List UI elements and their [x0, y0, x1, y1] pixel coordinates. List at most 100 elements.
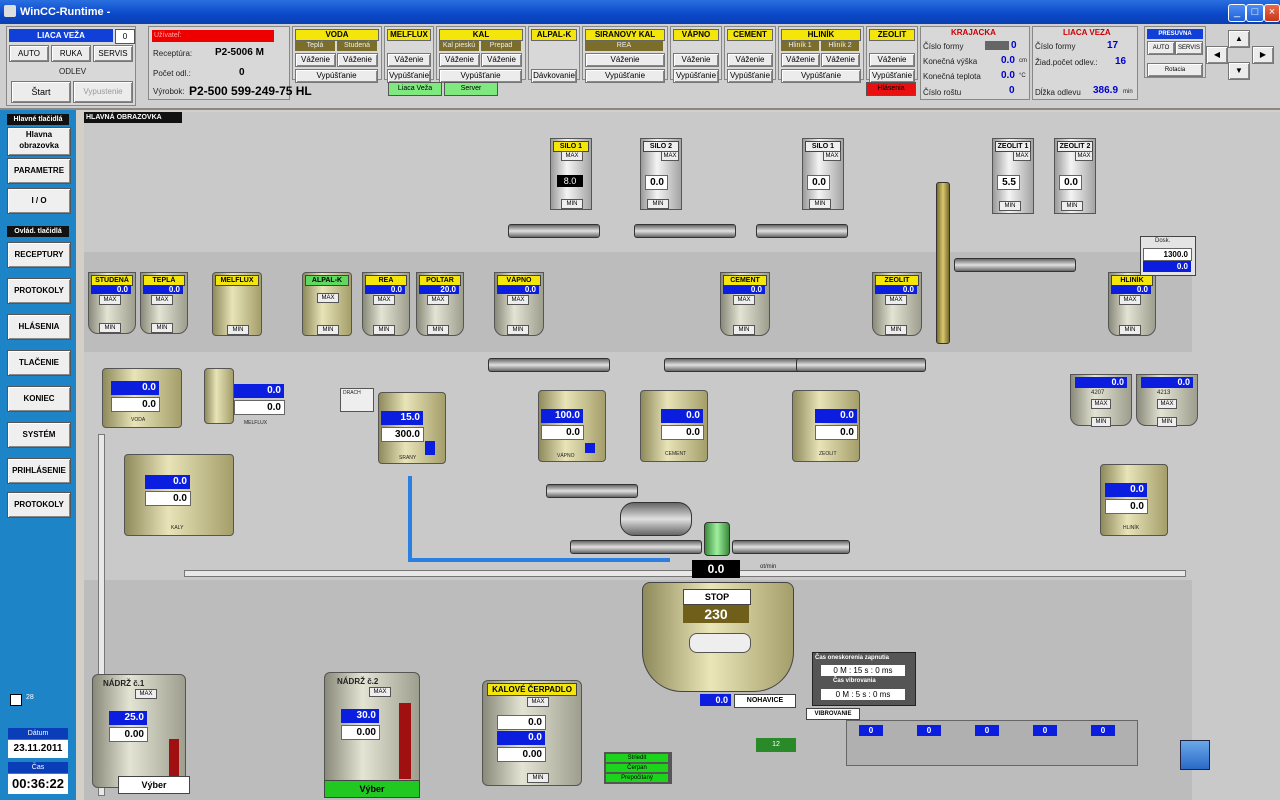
recipe-value: P2-5006 M	[215, 47, 264, 58]
zeolit-weigh-button[interactable]: Váženie	[869, 53, 915, 67]
kal-discharge-button[interactable]: Vypúšťanie	[439, 69, 522, 83]
silo-2: SILO 2 MAX 0.0 MIN	[640, 138, 682, 210]
hlinik-weigh-1-button[interactable]: Váženie	[781, 53, 820, 67]
nav-hlasenia[interactable]: HLÁSENIA	[7, 314, 71, 340]
screw-conveyor-zeolit-lower[interactable]	[796, 358, 926, 372]
krajacka-vyska-unit: cm	[1019, 58, 1027, 64]
liaca-title: LIACA VEZA	[1063, 28, 1111, 37]
presuvna-servis-button[interactable]: SERVIS	[1175, 41, 1203, 55]
presuvna-auto-button[interactable]: AUTO	[1147, 41, 1175, 55]
silo-1-left-value: 8.0	[557, 175, 583, 187]
start-button[interactable]: Štart	[11, 81, 71, 103]
nav-io[interactable]: I / O	[7, 188, 71, 214]
manual-button[interactable]: RUKA	[51, 45, 91, 62]
tank-rea-max: MAX	[373, 295, 395, 305]
nadrz-2-select-button[interactable]: Výber	[324, 780, 420, 798]
zeolit-group: ZEOLIT Váženie Vypúšťanie	[866, 26, 918, 83]
minimize-icon[interactable]: _	[1228, 4, 1246, 22]
mixer-motor[interactable]	[620, 502, 692, 536]
vapno-discharge-button[interactable]: Vypúšťanie	[673, 69, 719, 83]
mixer-bottom-value: 0.0	[700, 694, 731, 706]
kal-group: KAL Kal pieskú Prepad Váženie Váženie Vy…	[436, 26, 526, 83]
maximize-icon[interactable]: □	[1246, 4, 1264, 22]
nav-tlacenie[interactable]: TLAČENIE	[7, 350, 71, 376]
weigher-melflux-name: MELFLUX	[244, 420, 268, 426]
rotacia-button[interactable]: Rotacia	[1147, 63, 1203, 77]
screw-conveyor-feed[interactable]	[546, 484, 638, 498]
nav-prihlasenie[interactable]: PRIHLÁSENIE	[7, 458, 71, 484]
screw-conveyor-1[interactable]	[508, 224, 600, 238]
voda-weigh-1-button[interactable]: Váženie	[295, 53, 336, 67]
alpal-dose-button[interactable]: Dávkovanie	[531, 69, 577, 83]
bucket-elevator[interactable]	[936, 182, 950, 344]
nav-parametre[interactable]: PARAMETRE	[7, 158, 71, 184]
mixer-stop-button[interactable]: STOP	[683, 589, 751, 605]
nav-main-screen[interactable]: Hlavna obrazovka	[7, 127, 71, 156]
siranovy-discharge-button[interactable]: Vypúšťanie	[585, 69, 665, 83]
screw-conveyor-2[interactable]	[634, 224, 736, 238]
blue-pipe-horizontal	[408, 558, 670, 562]
hlinik-4213: 0.0 4213 MAX MIN	[1136, 374, 1198, 427]
screw-conveyor-cement[interactable]	[664, 358, 816, 372]
cement-weigh-button[interactable]: Váženie	[727, 53, 773, 67]
tank-hlinik: HLINÍK 0.0 MAX MIN	[1108, 272, 1156, 336]
nav-koniec[interactable]: KONIEC	[7, 386, 71, 412]
screw-conveyor-mixer-2[interactable]	[732, 540, 850, 554]
close-icon[interactable]: ×	[1264, 4, 1280, 22]
silo-1-left-max: MAX	[561, 151, 583, 161]
zeolit-discharge-button[interactable]: Vypúšťanie	[869, 69, 915, 83]
melflux-discharge-button[interactable]: Vypúšťanie	[387, 69, 431, 83]
alarm-status[interactable]: Hlásenia	[866, 82, 916, 96]
small-counter: 28	[26, 694, 34, 701]
screw-conveyor-mixer[interactable]	[570, 540, 702, 554]
nav-protokoly[interactable]: PROTOKOLY	[7, 278, 71, 304]
voda-weigh-2-button[interactable]: Váženie	[337, 53, 378, 67]
hlinik-a: Hliník 1	[781, 41, 819, 51]
cement-discharge-button[interactable]: Vypúšťanie	[727, 69, 773, 83]
hlinik-weigh-2-button[interactable]: Váženie	[821, 53, 860, 67]
minus-icon[interactable]	[10, 694, 22, 706]
screw-conveyor-vapno[interactable]	[488, 358, 610, 372]
melflux-weigh-button[interactable]: Váženie	[387, 53, 431, 67]
green-motor[interactable]	[704, 522, 730, 556]
krajacka-rosh-value: 0	[1009, 85, 1015, 96]
service-button[interactable]: SERVIS	[93, 45, 133, 62]
weigher-vapno: 100.0 0.0 VÁPNO	[538, 390, 606, 462]
release-button[interactable]: Vypustenie	[73, 81, 133, 103]
hlinik-4207-value: 0.0	[1075, 377, 1127, 388]
screw-conveyor-3[interactable]	[756, 224, 848, 238]
weigher-voda-value-b: 0.0	[111, 397, 160, 412]
silo-2-max: MAX	[661, 151, 679, 161]
weigher-melflux-value-a: 0.0	[234, 384, 284, 398]
silo-1-right: SILO 1 MAX 0.0 MIN	[802, 138, 844, 210]
mode-panel: LIACA VEŽA 0 AUTO RUKA SERVIS ODLEV Štar…	[6, 26, 136, 106]
nav-receptury[interactable]: RECEPTURY	[7, 242, 71, 268]
arrow-up-icon[interactable]: ▲	[1228, 30, 1250, 48]
arrow-left-icon[interactable]: ◀	[1206, 46, 1228, 64]
kal-weigh-1-button[interactable]: Váženie	[439, 53, 480, 67]
cart-number: 12	[756, 738, 796, 752]
pump-legend-c: Prepočitaný	[606, 774, 668, 782]
weigher-vapno-name: VÁPNO	[557, 453, 575, 459]
screw-conveyor-zeolit[interactable]	[954, 258, 1076, 272]
app-icon	[4, 5, 16, 17]
arrow-right-icon[interactable]: ▶	[1252, 46, 1274, 64]
nadrz-1-select-button[interactable]: Výber	[118, 776, 190, 794]
nav-protokoly-2[interactable]: PROTOKOLY	[7, 492, 71, 518]
user-field: Užívateľ:	[152, 30, 274, 42]
main-canvas: HLAVNÁ OBRAZOVKA SILO 1 MAX 8.0 MIN SILO…	[84, 112, 1280, 800]
auto-button[interactable]: AUTO	[9, 45, 49, 62]
weigher-srany-level	[425, 441, 435, 455]
voda-discharge-button[interactable]: Vypúšťanie	[295, 69, 378, 83]
siranovy-weigh-button[interactable]: Váženie	[585, 53, 665, 67]
scroll-down-icon[interactable]	[1180, 740, 1210, 770]
weigher-srany-name: SRANY	[399, 455, 417, 461]
vibration-tables: 0 0 0 0 0	[846, 720, 1138, 766]
kal-weigh-2-button[interactable]: Váženie	[481, 53, 522, 67]
nav-system[interactable]: SYSTÉM	[7, 422, 71, 448]
arrow-down-icon[interactable]: ▼	[1228, 62, 1250, 80]
weigher-vapno-level	[585, 443, 595, 453]
hlinik-discharge-button[interactable]: Vypúšťanie	[781, 69, 861, 83]
vapno-weigh-button[interactable]: Váženie	[673, 53, 719, 67]
kalove-value-b: 0.0	[497, 731, 545, 745]
